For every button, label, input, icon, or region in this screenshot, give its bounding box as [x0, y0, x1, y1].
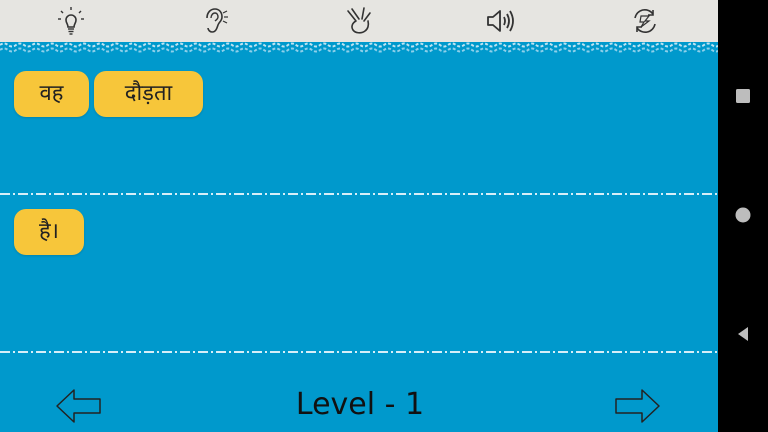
speaker-icon: [487, 10, 514, 32]
level-label: Level - 1: [295, 387, 425, 422]
word-chip[interactable]: है।: [14, 209, 84, 255]
previous-arrow-icon[interactable]: [54, 386, 104, 426]
next-arrow-icon[interactable]: [612, 386, 662, 426]
app-screen: वह दौड़ता है। Level - 1: [0, 0, 718, 432]
row-divider: [0, 193, 718, 195]
home-icon[interactable]: [733, 205, 753, 225]
back-icon[interactable]: [733, 324, 753, 344]
speaker-button[interactable]: [483, 3, 519, 39]
android-navigation-bar: [718, 0, 768, 432]
ear-icon: [206, 8, 228, 33]
lightbulb-icon: [58, 7, 84, 35]
word-chip[interactable]: दौड़ता: [94, 71, 203, 117]
bottom-bar: Level - 1: [0, 372, 718, 432]
listen-button[interactable]: [196, 3, 232, 39]
row-divider: [0, 351, 718, 353]
hint-button[interactable]: [53, 3, 89, 39]
word-chip[interactable]: वह: [14, 71, 89, 117]
recent-apps-icon[interactable]: [733, 86, 753, 106]
sign-language-button[interactable]: [340, 3, 376, 39]
toolbar: [0, 0, 718, 42]
refresh-icon: [634, 9, 656, 33]
sign-hand-icon: [347, 7, 371, 34]
toolbar-wave-border: [0, 42, 718, 54]
refresh-button[interactable]: [627, 3, 663, 39]
